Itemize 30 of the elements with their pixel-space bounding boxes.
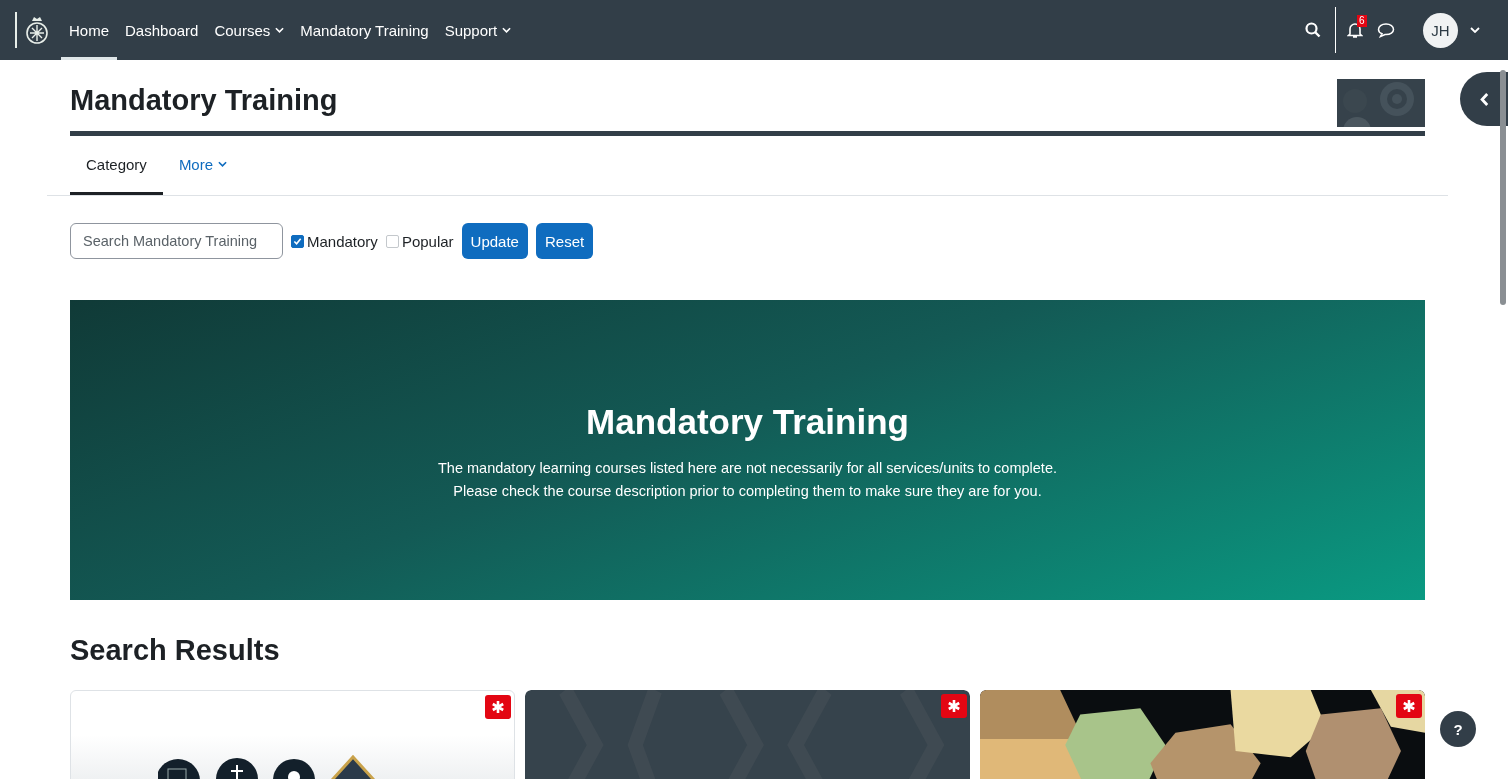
help-button[interactable]: ? — [1440, 711, 1476, 747]
crest-logo-icon[interactable] — [25, 15, 49, 45]
checkbox-label: Popular — [401, 232, 454, 250]
hero-text: Please check the course description prior to completing them to make sure they are for you. — [453, 483, 1042, 499]
speech-bubble-icon[interactable] — [1377, 22, 1395, 38]
page-title: Mandatory Training — [70, 83, 338, 117]
course-card[interactable] — [70, 690, 515, 779]
nav-link[interactable]: Support — [436, 0, 520, 60]
checkbox[interactable] — [385, 234, 399, 248]
nav-link[interactable]: Courses — [206, 0, 293, 60]
tab[interactable]: More — [162, 136, 244, 195]
section-heading: Search Results — [70, 634, 281, 667]
checkbox[interactable] — [291, 234, 304, 248]
search-field[interactable]: Search Mandatory Training — [70, 223, 283, 259]
chevron-left-icon — [1479, 92, 1489, 106]
user-avatar[interactable]: JH — [1423, 12, 1458, 48]
nav-link[interactable]: Dashboard — [117, 0, 207, 60]
form-button[interactable]: Reset — [535, 223, 594, 259]
hexagon-pattern-drawing[interactable] — [980, 690, 1425, 779]
scrollbar-thumb[interactable] — [1500, 70, 1506, 305]
nav-link[interactable]: Home — [61, 0, 117, 60]
search-icon[interactable] — [1305, 22, 1321, 38]
hero-text: The mandatory learning courses listed here are not necessarily for all services/units to complete. — [438, 460, 1057, 476]
form-button[interactable]: Update — [461, 223, 528, 259]
notification-badge: 6 — [1357, 15, 1367, 27]
hero-title: Mandatory Training — [586, 402, 909, 442]
checkbox-label: Mandatory — [307, 232, 378, 250]
nav-link[interactable]: Mandatory Training — [292, 0, 437, 60]
chevron-down-icon[interactable] — [1470, 27, 1480, 33]
tab[interactable]: Category — [70, 136, 163, 195]
